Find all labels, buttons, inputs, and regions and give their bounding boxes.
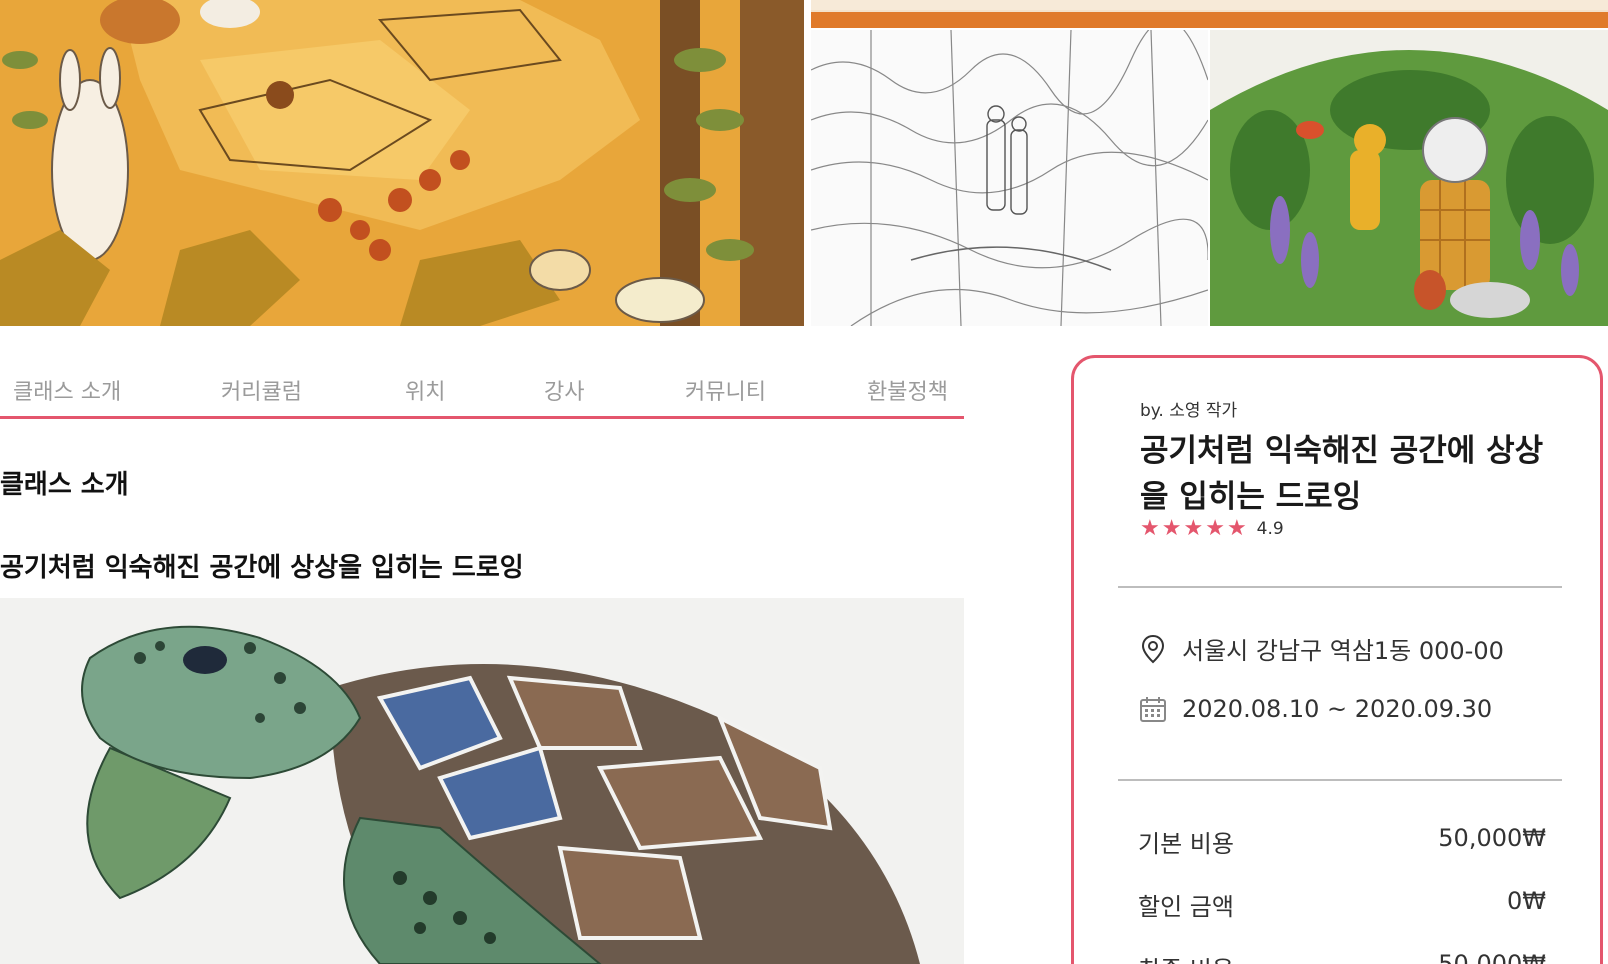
price-value: 0₩ <box>1507 887 1546 915</box>
star-icon: ★ <box>1183 516 1204 541</box>
tab-refund-policy[interactable]: 환불정책 <box>867 374 948 406</box>
author-name: by. 소영 작가 <box>1140 401 1238 421</box>
rating-value: 4.9 <box>1256 519 1284 539</box>
gallery-sketch-image[interactable] <box>811 30 1208 326</box>
price-label: 할인 금액 <box>1138 893 1234 921</box>
price-row-discount: 할인 금액 0₩ <box>1138 887 1546 922</box>
rating-stars: ★ ★ ★ ★ ★ <box>1140 518 1247 540</box>
price-label: 기본 비용 <box>1138 830 1234 858</box>
divider <box>1118 779 1562 781</box>
class-booking-card: by. 소영 작가 공기처럼 익숙해진 공간에 상상을 입히는 드로잉 ★ ★ … <box>1071 355 1603 964</box>
gallery-garden-image[interactable] <box>1210 30 1608 326</box>
divider <box>1118 586 1562 588</box>
image-gallery <box>0 0 1608 326</box>
location-pin-icon <box>1138 634 1168 664</box>
tab-bar: 클래스 소개 커리큘럼 위치 강사 커뮤니티 환불정책 <box>0 360 964 419</box>
turtle-illustration <box>0 598 964 964</box>
price-row-base: 기본 비용 50,000₩ <box>1138 824 1546 859</box>
price-row-final: 최종 비용 50,000₩ <box>1138 950 1546 964</box>
class-heading: 공기처럼 익숙해진 공간에 상상을 입히는 드로잉 <box>0 553 524 583</box>
class-title: 공기처럼 익숙해진 공간에 상상을 입히는 드로잉 <box>1140 433 1544 515</box>
star-icon: ★ <box>1205 516 1225 541</box>
gallery-main-image[interactable] <box>0 0 804 326</box>
star-icon: ★ <box>1161 516 1182 541</box>
tab-curriculum[interactable]: 커리큘럼 <box>221 374 302 406</box>
tab-community[interactable]: 커뮤니티 <box>685 374 766 406</box>
tab-instructor[interactable]: 강사 <box>544 374 584 406</box>
tab-location[interactable]: 위치 <box>405 374 445 406</box>
class-detail-page: 클래스 소개 커리큘럼 위치 강사 커뮤니티 환불정책 클래스 소개 공기처럼 … <box>0 0 1608 964</box>
price-value: 50,000₩ <box>1438 824 1546 852</box>
gallery-strip-image[interactable] <box>811 0 1608 28</box>
period-row: 2020.08.10 ~ 2020.09.30 <box>1138 694 1492 724</box>
tab-class-intro[interactable]: 클래스 소개 <box>13 374 121 406</box>
location-text: 서울시 강남구 역삼1동 000-00 <box>1182 637 1504 665</box>
price-label: 최종 비용 <box>1138 950 1234 964</box>
section-title: 클래스 소개 <box>0 470 129 500</box>
calendar-icon <box>1138 694 1168 724</box>
star-icon: ★ <box>1226 516 1247 541</box>
period-text: 2020.08.10 ~ 2020.09.30 <box>1182 695 1493 723</box>
price-value: 50,000₩ <box>1438 950 1546 964</box>
star-icon: ★ <box>1140 516 1160 541</box>
location-row: 서울시 강남구 역삼1동 000-00 <box>1138 631 1504 666</box>
rating: ★ ★ ★ ★ ★ 4.9 <box>1140 518 1284 540</box>
